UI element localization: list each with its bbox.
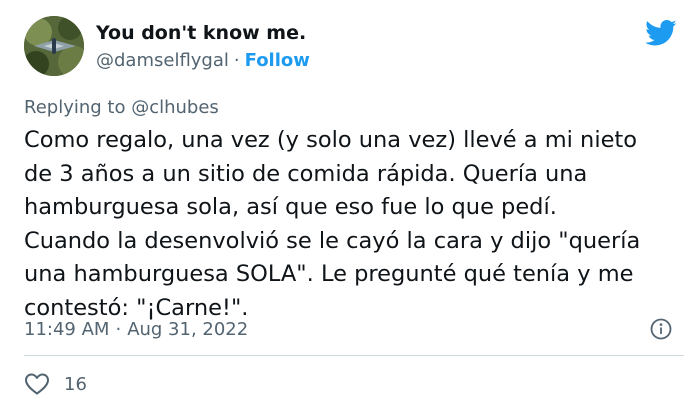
divider	[24, 355, 684, 356]
avatar-image	[24, 16, 84, 76]
twitter-bird-icon[interactable]	[645, 20, 677, 46]
avatar[interactable]	[24, 16, 84, 76]
timestamp-separator: ·	[115, 319, 122, 340]
author-handle[interactable]: @damselflygal	[96, 50, 229, 71]
replying-prefix: Replying to	[24, 97, 126, 118]
replying-mention-link[interactable]: @clhubes	[131, 97, 219, 118]
separator-dot: ·	[233, 50, 240, 71]
tweet-time: 11:49 AM	[24, 319, 110, 340]
author-name[interactable]: You don't know me.	[96, 22, 306, 44]
info-icon[interactable]	[650, 318, 672, 340]
tweet-card: You don't know me. @damselflygal · Follow …	[0, 0, 700, 410]
like-button[interactable]: 16	[24, 370, 87, 398]
author-handle-row: @damselflygal · Follow	[96, 50, 310, 71]
like-count: 16	[64, 373, 87, 395]
tweet-timestamp[interactable]: 11:49 AM · Aug 31, 2022	[24, 319, 248, 340]
heart-icon	[24, 372, 50, 396]
follow-button[interactable]: Follow	[245, 50, 310, 71]
replying-to: Replying to @clhubes	[24, 97, 219, 118]
tweet-text: Como regalo, una vez (y solo una vez) ll…	[24, 127, 641, 321]
tweet-date: Aug 31, 2022	[127, 319, 249, 340]
